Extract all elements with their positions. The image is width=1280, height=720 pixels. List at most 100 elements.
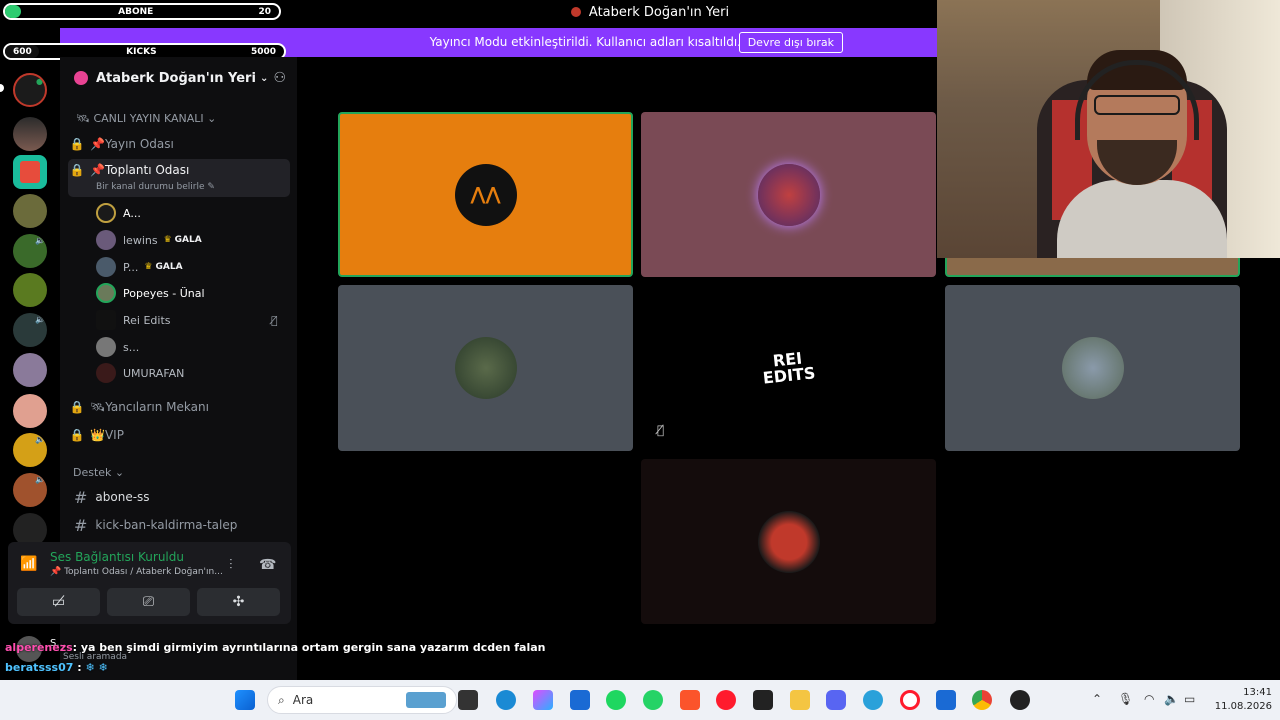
channel-abone-ss[interactable]: # abone-ss <box>74 484 150 510</box>
camera-toggle-button[interactable]: ▭̸ <box>17 588 100 616</box>
participant-tile[interactable]: REI EDITS 🎙̸ <box>641 285 936 451</box>
camera-off-icon: ▭̸ <box>51 594 66 610</box>
kicks-label: KICKS <box>126 46 157 57</box>
server-icon-7[interactable]: 🔊 <box>13 313 47 347</box>
app-icon[interactable] <box>1010 690 1030 710</box>
server-icon <box>570 7 581 17</box>
microphone-icon[interactable]: 🎙 <box>1118 692 1133 706</box>
server-icon-3[interactable] <box>13 155 47 189</box>
whatsapp-icon[interactable] <box>643 690 663 710</box>
store-icon[interactable] <box>570 690 590 710</box>
opera-icon[interactable] <box>716 690 736 710</box>
server-icon-4[interactable] <box>13 194 47 228</box>
channel-yancilarin-mekani[interactable]: 🔒 🛰 Yancıların Mekanı <box>68 394 290 420</box>
channel-yayin-odasi[interactable]: 🔒 📌 Yayın Odası <box>68 131 290 157</box>
channel-label: Toplantı Odası <box>104 163 190 177</box>
disable-streamer-mode-button[interactable]: Devre dışı bırak <box>738 32 843 53</box>
avatar <box>96 257 116 277</box>
participant-tile[interactable]: ⋀⋀ <box>338 112 633 277</box>
gala-badge: GALA <box>164 235 202 245</box>
server-icon-9[interactable] <box>13 394 47 428</box>
server-icon-ataberk[interactable]: ● <box>13 73 47 107</box>
avatar <box>757 510 820 573</box>
search-input[interactable]: ⌕ Ara <box>267 686 457 714</box>
start-icon[interactable] <box>235 690 255 710</box>
voice-member[interactable]: UMURAFAN <box>96 362 184 384</box>
outlook-icon[interactable] <box>936 690 956 710</box>
channel-toplanti-odasi[interactable]: 🔒 📌 Toplantı Odası Bir kanal durumu belir… <box>68 159 290 197</box>
voice-status[interactable]: Ses Bağlantısı Kuruldu <box>50 550 184 564</box>
participant-tile[interactable] <box>338 285 633 451</box>
server-icon-10[interactable]: 🔊 <box>13 433 47 467</box>
server-header[interactable]: Ataberk Doğan'ın Yeri ⌄ ⚇ <box>66 66 296 90</box>
battery-icon[interactable]: ▭ <box>1184 692 1195 706</box>
opera-gx-icon[interactable] <box>900 690 920 710</box>
channel-label: Yancıların Mekanı <box>105 400 209 414</box>
category-destek[interactable]: Destek ⌄ <box>73 466 124 479</box>
rei-edits-logo: REI EDITS <box>762 348 817 388</box>
activities-button[interactable]: ✣ <box>197 588 280 616</box>
copilot-icon[interactable] <box>533 690 553 710</box>
clock[interactable]: 13:41 11.08.2026 <box>1202 686 1272 714</box>
participant-tile[interactable] <box>945 258 1240 277</box>
participant-tile[interactable] <box>641 459 936 624</box>
screen-share-button[interactable]: ⎚ <box>107 588 190 616</box>
lock-icon: 🔒 <box>69 137 85 151</box>
spotify-icon[interactable] <box>606 690 626 710</box>
lock-icon: 🔒 <box>69 400 85 414</box>
avatar <box>96 363 116 383</box>
edge-icon[interactable] <box>496 690 516 710</box>
brave-icon[interactable] <box>680 690 700 710</box>
category-live[interactable]: 🛰 CANLI YAYIN KANALI ⌄ <box>76 112 216 125</box>
spiderman-icon[interactable] <box>753 690 773 710</box>
avatar <box>1061 337 1124 399</box>
task-view-icon[interactable] <box>458 690 478 710</box>
channel-status[interactable]: Bir kanal durumu belirle ✎ <box>96 182 215 192</box>
channel-kick-ban[interactable]: # kick-ban-kaldirma-talep <box>74 512 237 538</box>
muted-mic-icon: 🎙̸ <box>271 313 278 327</box>
lock-icon: 🔒 <box>69 163 85 177</box>
voice-member[interactable]: Popeyes - Ünal <box>96 282 205 304</box>
voice-member[interactable]: lewinsGALA <box>96 229 202 251</box>
voice-location[interactable]: 📌 Toplantı Odası / Ataberk Doğan'ın... <box>50 567 223 577</box>
folder-icon[interactable] <box>790 690 810 710</box>
lock-icon: 🔒 <box>69 428 85 442</box>
hash-icon: # <box>74 515 88 535</box>
participant-tile[interactable] <box>945 285 1240 451</box>
server-icon-8[interactable] <box>13 353 47 387</box>
channel-vip[interactable]: 🔒 👑 VIP <box>68 422 290 448</box>
hash-icon: # <box>74 487 88 507</box>
server-icon-11[interactable]: 🔊 <box>13 473 47 507</box>
wifi-icon[interactable]: ◠ <box>1144 692 1154 706</box>
participant-tile[interactable] <box>641 112 936 277</box>
avatar <box>96 310 116 330</box>
muted-mic-icon: 🎙̸ <box>657 423 665 437</box>
telegram-icon[interactable] <box>863 690 883 710</box>
server-icon-6[interactable] <box>13 273 47 307</box>
disconnect-icon[interactable]: ☎ <box>259 557 276 573</box>
noise-suppression-icon[interactable]: ⫶ <box>229 557 233 573</box>
abone-label: ABONE <box>118 6 154 17</box>
add-member-icon[interactable]: ⚇ <box>273 70 286 86</box>
server-name: Ataberk Doğan'ın Yeri <box>96 70 256 86</box>
gala-badge: GALA <box>144 262 183 272</box>
activities-icon: ✣ <box>232 594 245 610</box>
chat-message: alperenezs: ya ben şimdi girmiyim ayrınt… <box>5 641 546 654</box>
volume-icon[interactable]: 🔈 <box>1164 692 1179 706</box>
discord-icon[interactable] <box>826 690 846 710</box>
avatar <box>454 337 517 399</box>
voice-member[interactable]: P...GALA <box>96 256 183 278</box>
chevron-up-icon[interactable]: ⌃ <box>1092 692 1102 706</box>
voice-member[interactable]: Rei Edits 🎙̸ <box>96 309 278 331</box>
channel-label: VIP <box>104 428 124 442</box>
screen-share-icon: ⎚ <box>142 594 155 610</box>
voice-member[interactable]: A... <box>96 202 141 224</box>
abone-progress <box>5 5 21 18</box>
voice-member[interactable]: s... <box>96 336 139 358</box>
server-icon-2[interactable] <box>13 117 47 151</box>
channel-label: Yayın Odası <box>104 137 174 151</box>
server-icon-5[interactable]: 🔊 <box>13 234 47 268</box>
chrome-icon[interactable] <box>972 690 992 710</box>
server-avatar <box>74 71 88 85</box>
abone-goal: 20 <box>258 6 271 17</box>
